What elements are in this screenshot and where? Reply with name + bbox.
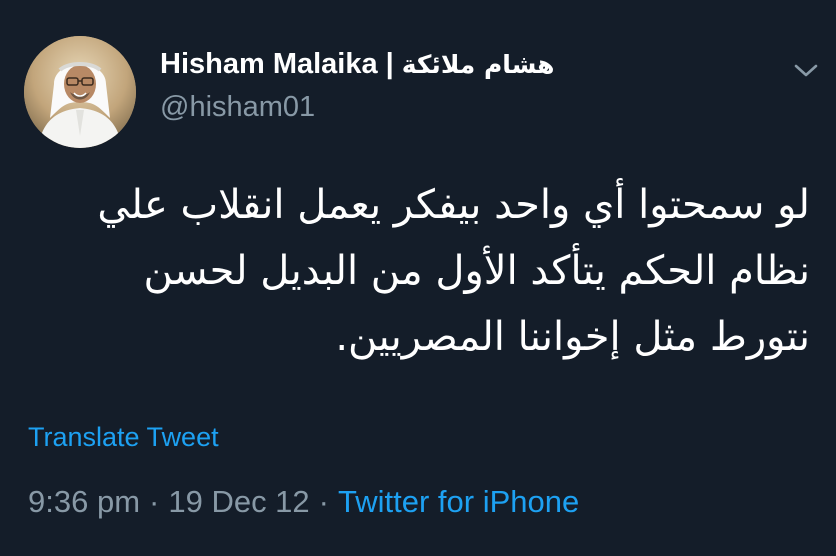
translate-tweet-link[interactable]: Translate Tweet: [28, 422, 219, 453]
meta-dot: ·: [149, 484, 160, 519]
author-display-name[interactable]: Hisham Malaika: [160, 48, 378, 81]
author-name-row[interactable]: Hisham Malaika | هشام ملائكة: [160, 48, 554, 81]
tweet-source[interactable]: Twitter for iPhone: [338, 484, 579, 519]
avatar[interactable]: [24, 36, 136, 148]
avatar-image: [24, 36, 136, 148]
tweet-text: لو سمحتوا أي واحد بيفكر يعمل انقلاب علي …: [20, 172, 810, 370]
author-name-separator: |: [385, 48, 394, 80]
tweet-text-line: نظام الحكم يتأكد الأول من البديل لحسن: [143, 248, 810, 294]
tweet-date[interactable]: 19 Dec 12: [168, 484, 309, 519]
tweet-text-line: نتورط مثل إخواننا المصريين.: [335, 314, 810, 360]
tweet-card: Hisham Malaika | هشام ملائكة @hisham01 ل…: [0, 0, 836, 556]
tweet-metadata: 9:36 pm · 19 Dec 12 · Twitter for iPhone: [28, 484, 579, 520]
chevron-down-icon[interactable]: [792, 60, 820, 80]
author-handle[interactable]: @hisham01: [160, 91, 554, 124]
tweet-time[interactable]: 9:36 pm: [28, 484, 140, 519]
tweet-text-line: لو سمحتوا أي واحد بيفكر يعمل انقلاب علي: [97, 182, 810, 228]
tweet-header: Hisham Malaika | هشام ملائكة @hisham01: [160, 48, 554, 124]
author-arabic-name[interactable]: هشام ملائكة: [402, 50, 555, 79]
meta-dot: ·: [318, 484, 329, 519]
